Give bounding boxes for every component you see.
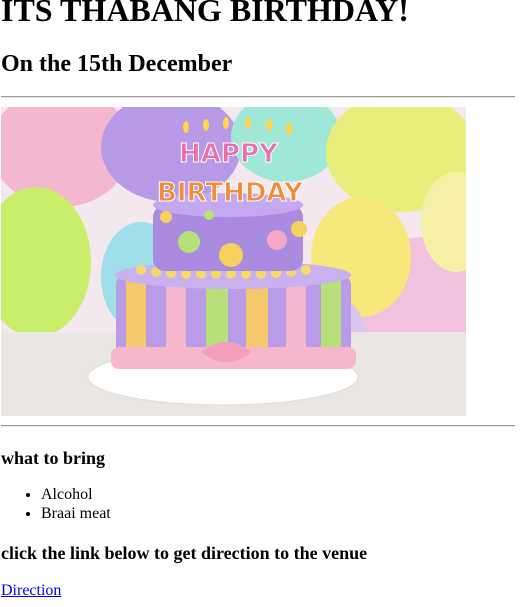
directions-heading: click the link below to get direction to… <box>1 543 368 563</box>
candle-text-happy: HAPPY <box>179 139 279 169</box>
list-item: Alcohol <box>41 485 111 504</box>
what-to-bring-heading: what to bring <box>1 448 106 468</box>
divider <box>1 425 515 427</box>
candle-text-birthday: BIRTHDAY <box>157 178 304 208</box>
page-title: ITS THABANG BIRTHDAY! <box>1 0 409 28</box>
list-item: Braai meat <box>41 504 111 523</box>
divider <box>1 96 515 98</box>
direction-link[interactable]: Direction <box>1 581 61 600</box>
bring-list: Alcohol Braai meat <box>1 485 111 523</box>
birthday-cake-image: HAPPY BIRTHDAY <box>1 107 466 416</box>
event-date-heading: On the 15th December <box>1 51 233 77</box>
